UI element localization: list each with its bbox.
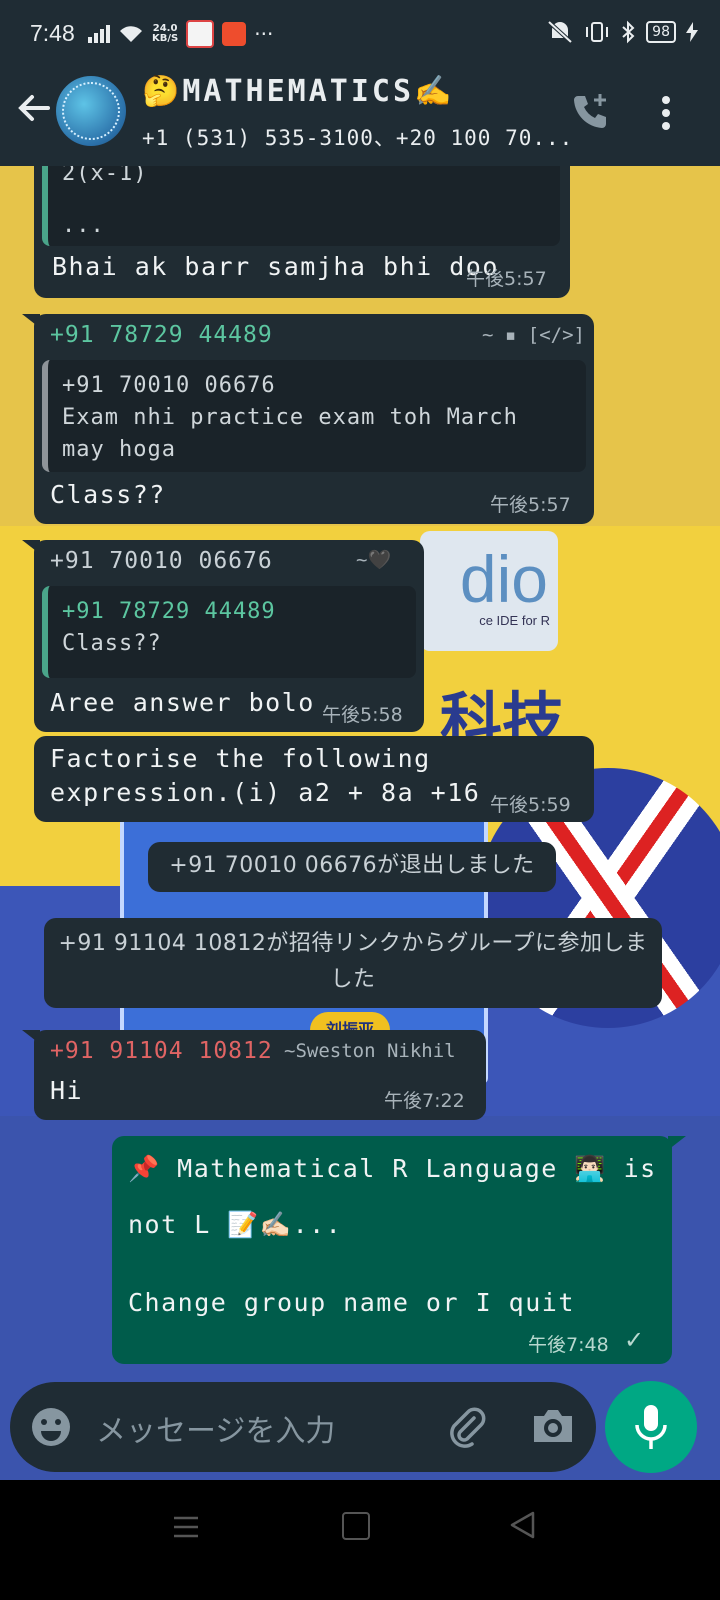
app-notification-icon: [186, 20, 215, 48]
battery-level: 98: [646, 21, 676, 43]
chat-area: dio ce IDE for R 科技 刘振亚 2(x-1) ... Bhai …: [0, 166, 720, 1480]
group-title[interactable]: 🤔MATHEMATICS✍️: [142, 74, 454, 109]
message-text-line: not L 📝✍🏻...: [128, 1210, 343, 1239]
camera-icon[interactable]: [530, 1404, 576, 1448]
wallpaper-rstudio-logo: dio ce IDE for R: [420, 531, 558, 651]
message-text: Aree answer bolo: [50, 688, 315, 717]
mute-icon: [547, 20, 573, 44]
message-text: Hi: [50, 1076, 84, 1105]
bluetooth-icon: [622, 20, 635, 44]
message-bubble[interactable]: +91 91104 10812 ~Sweston Nikhil Hi 午後7:2…: [34, 1030, 486, 1120]
quoted-message[interactable]: +91 70010 06676 Exam nhi practice exam t…: [42, 360, 586, 472]
message-time: 午後7:48: [528, 1334, 609, 1356]
group-participants[interactable]: +1 (531) 535-3100、+20 100 70...: [142, 122, 573, 152]
message-bubble[interactable]: Factorise the following expression.(i) a…: [34, 736, 594, 822]
signal-icon: [88, 25, 110, 43]
quoted-message[interactable]: +91 78729 44489 Class??: [42, 586, 416, 678]
sender-alias: ~🖤: [356, 549, 392, 571]
message-text-line: 📌 Mathematical R Language 👨🏻‍💻 is: [128, 1154, 657, 1183]
status-bar: 7:48 24.0 KB/S ··· 98: [0, 0, 720, 56]
attach-icon[interactable]: [444, 1404, 488, 1448]
message-bubble[interactable]: +91 78729 44489 ~ ▪ [</>] +91 70010 0667…: [34, 314, 594, 524]
message-time: 午後7:22: [384, 1090, 465, 1112]
add-call-icon[interactable]: [570, 90, 612, 132]
message-bubble[interactable]: +91 70010 06676 ~🖤 +91 78729 44489 Class…: [34, 540, 424, 732]
message-text: Bhai ak barr samjha bhi doo: [52, 252, 499, 281]
recent-apps-icon[interactable]: [172, 1514, 200, 1540]
message-input[interactable]: メッセージを入力: [96, 1406, 335, 1450]
more-notifications: ···: [254, 22, 274, 46]
sender-alias: ~Sweston Nikhil: [284, 1040, 456, 1062]
emoji-icon[interactable]: [30, 1406, 72, 1448]
system-nav-bar: [0, 1480, 720, 1600]
wifi-icon: [120, 26, 142, 42]
message-sender[interactable]: +91 91104 10812: [50, 1038, 273, 1064]
message-sender[interactable]: +91 78729 44489: [50, 322, 273, 348]
message-time: 午後5:59: [490, 794, 571, 816]
outgoing-message-bubble[interactable]: 📌 Mathematical R Language 👨🏻‍💻 is not L …: [112, 1136, 672, 1364]
message-input-bar: メッセージを入力: [10, 1382, 596, 1472]
back-arrow-icon[interactable]: [14, 88, 54, 128]
more-options-icon[interactable]: [658, 92, 674, 132]
net-speed: 24.0 KB/S: [152, 23, 179, 44]
message-sender[interactable]: +91 70010 06676: [50, 548, 273, 574]
voice-message-button[interactable]: [605, 1381, 697, 1473]
status-time: 7:48: [30, 20, 75, 46]
message-text-line: Change group name or I quit: [128, 1288, 575, 1317]
back-triangle-icon[interactable]: [508, 1510, 538, 1540]
message-time: 午後5:58: [322, 704, 403, 726]
message-time: 午後5:57: [466, 268, 547, 290]
quoted-message[interactable]: 2(x-1) ...: [42, 166, 560, 246]
message-bubble[interactable]: 2(x-1) ... Bhai ak barr samjha bhi doo 午…: [34, 166, 570, 298]
microphone-icon: [635, 1405, 667, 1449]
system-message: +91 70010 06676が退出しました: [148, 842, 556, 892]
charging-icon: [686, 22, 698, 42]
read-status-icon: ✓: [624, 1326, 645, 1354]
message-time: 午後5:57: [490, 494, 571, 516]
message-text: Class??: [50, 480, 166, 509]
chat-header: 🤔MATHEMATICS✍️ +1 (531) 535-3100、+20 100…: [0, 56, 720, 166]
system-message: +91 91104 10812が招待リンクからグループに参加しました: [44, 918, 662, 1008]
home-icon[interactable]: [342, 1512, 370, 1540]
vibrate-icon: [586, 22, 609, 42]
sender-alias: ~ ▪ [</>]: [482, 324, 585, 346]
shop-notification-icon: [222, 22, 247, 46]
group-avatar[interactable]: [56, 76, 126, 146]
